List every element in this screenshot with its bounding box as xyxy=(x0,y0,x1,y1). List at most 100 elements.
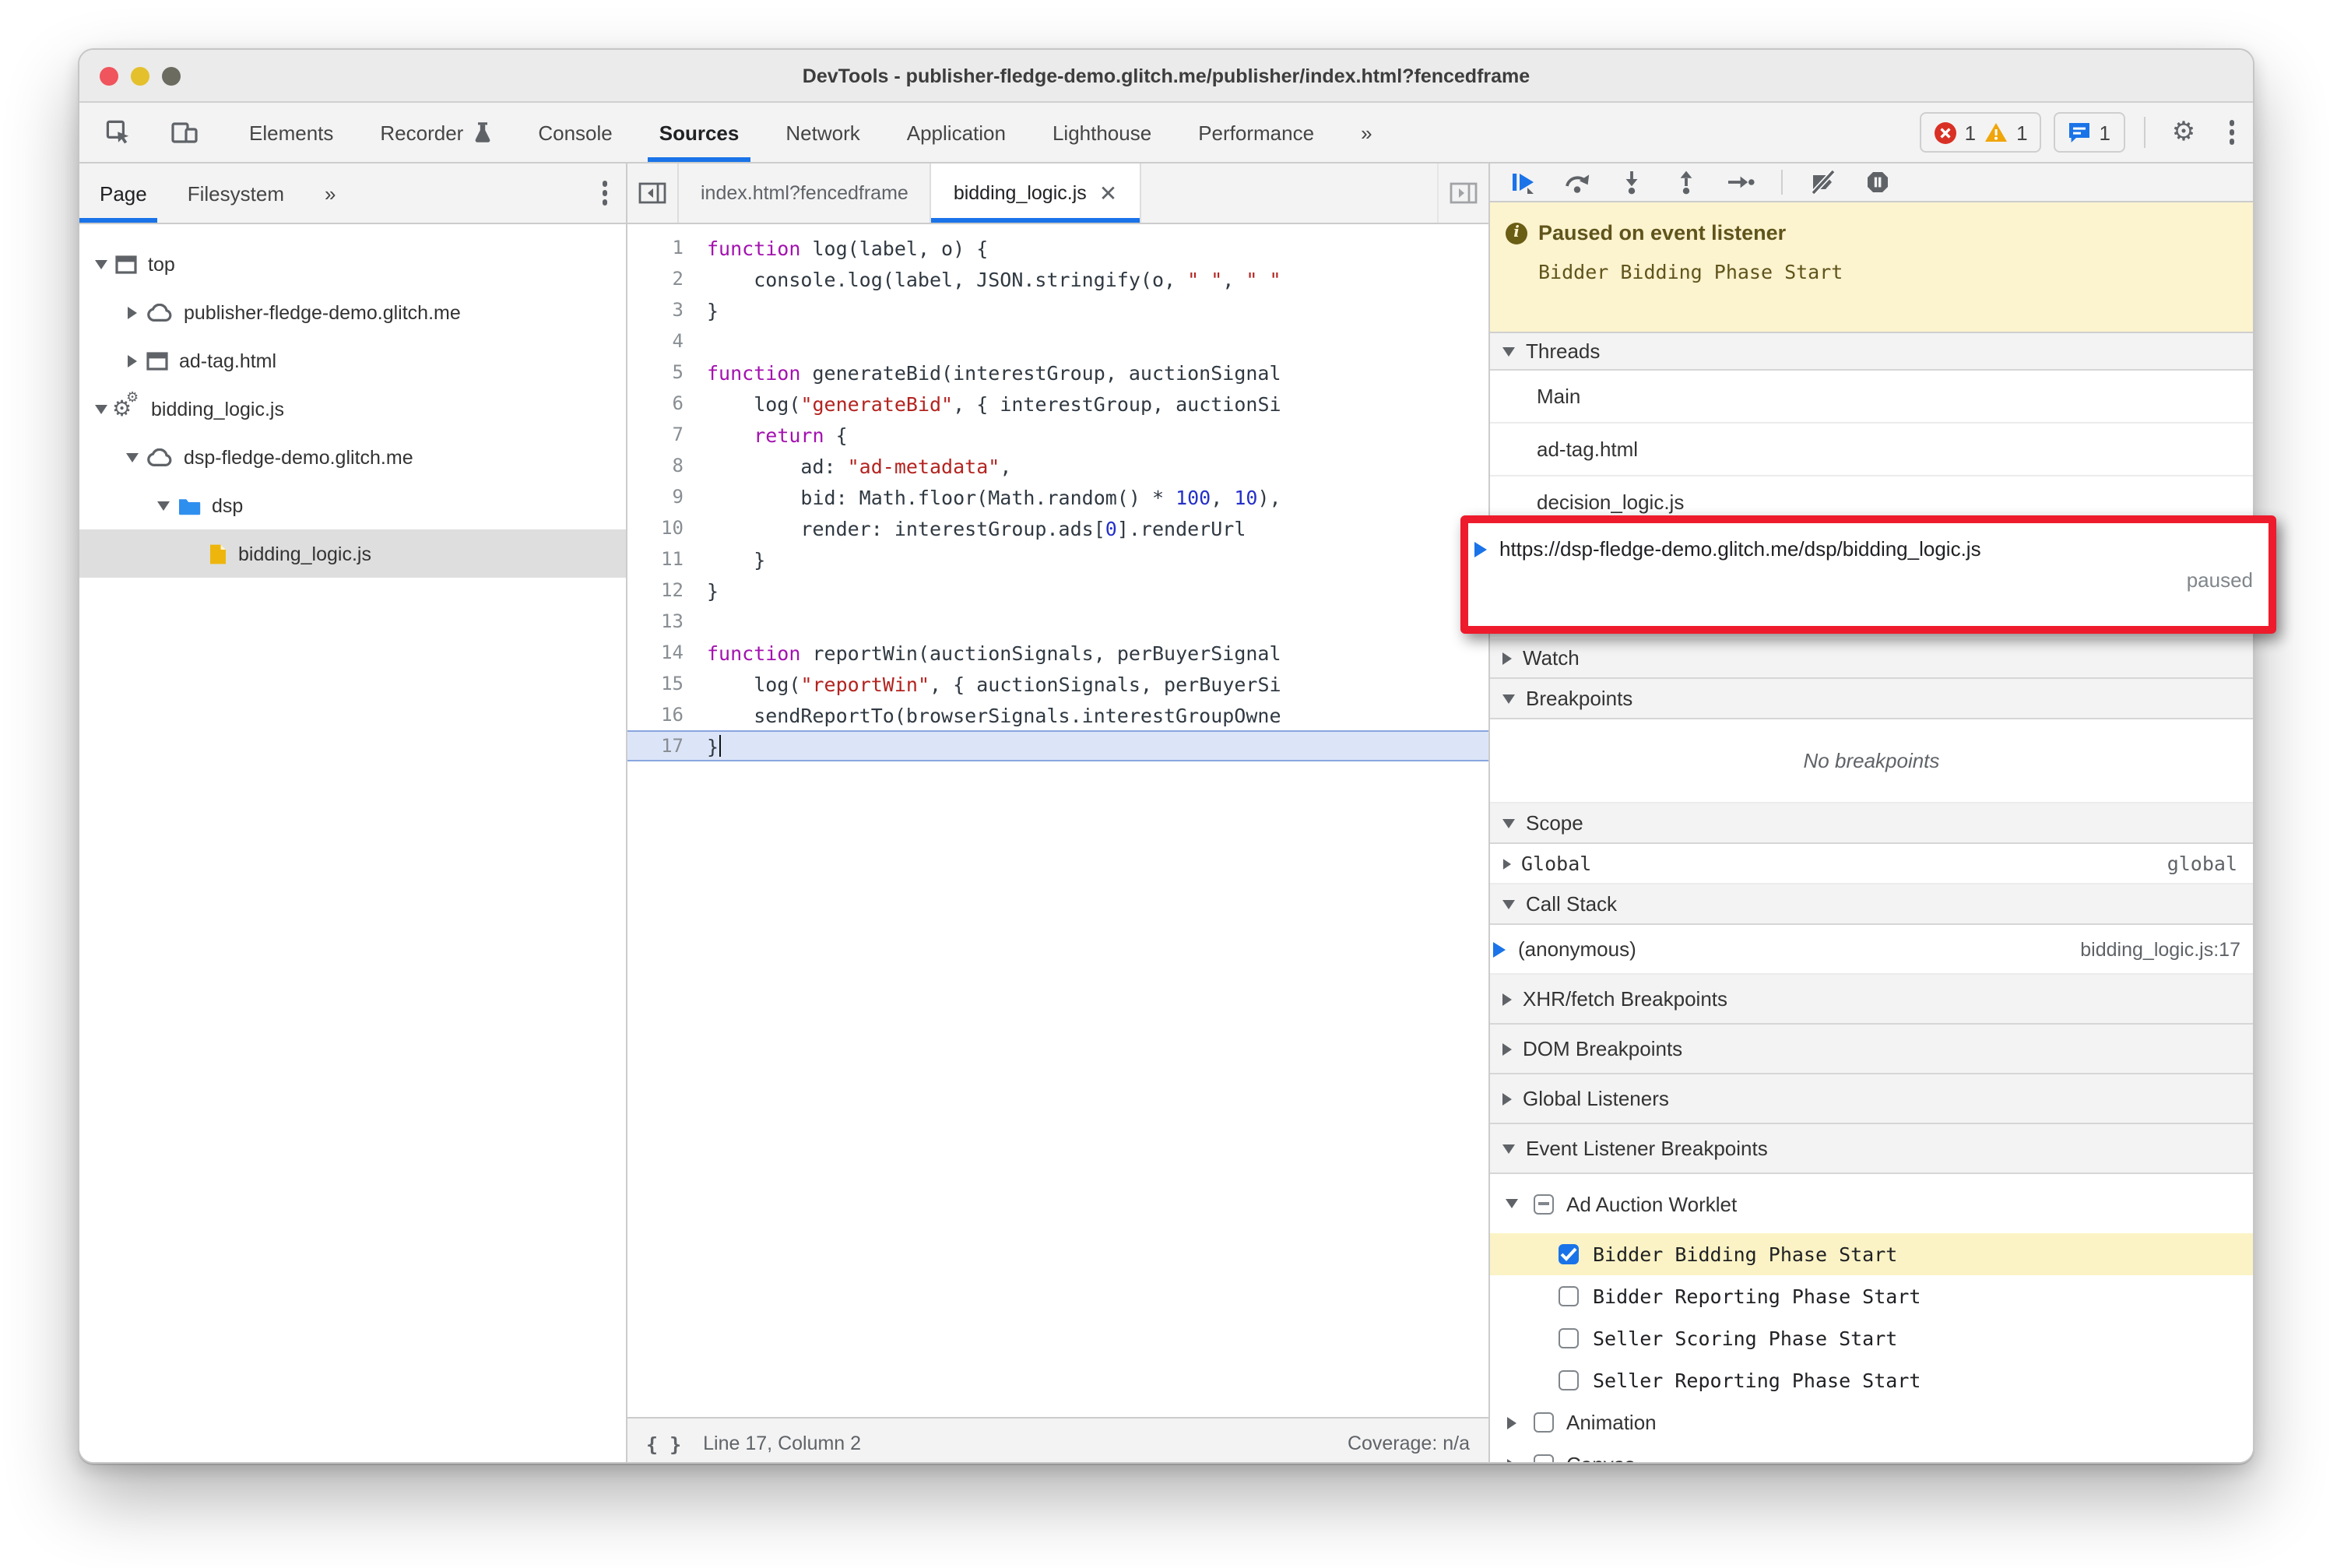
disclosure-arrow-icon[interactable] xyxy=(1502,1416,1521,1429)
disclosure-arrow-icon[interactable] xyxy=(92,404,111,413)
issues-badge[interactable]: 1 xyxy=(2054,112,2124,153)
line-number[interactable]: 11 xyxy=(627,548,698,570)
checkbox[interactable] xyxy=(1559,1328,1579,1348)
tree-item-dsp-fledge-demo-glitch-me[interactable]: dsp-fledge-demo.glitch.me xyxy=(79,433,626,481)
zoom-window-button[interactable] xyxy=(162,66,181,85)
section-global-listeners[interactable]: Global Listeners xyxy=(1490,1074,2253,1124)
call-stack-frame-row[interactable]: (anonymous) bidding_logic.js:17 xyxy=(1490,925,2253,975)
pause-on-exceptions-icon[interactable] xyxy=(1857,163,1898,202)
tree-item-bidding-logic-js[interactable]: bidding_logic.js xyxy=(79,529,626,578)
errors-warnings-badge[interactable]: 1 1 xyxy=(1919,112,2042,153)
tree-item-label: bidding_logic.js xyxy=(238,543,371,564)
tree-item-ad-tag-html[interactable]: ad-tag.html xyxy=(79,336,626,385)
disclosure-arrow-icon[interactable] xyxy=(123,354,142,367)
tab-page[interactable]: Page xyxy=(79,163,167,223)
section-scope[interactable]: Scope xyxy=(1490,803,2253,844)
tab--[interactable]: » xyxy=(1337,103,1395,162)
navigator-kebab-icon[interactable] xyxy=(577,163,607,223)
editor-tab-index-html[interactable]: index.html?fencedframe xyxy=(679,163,930,223)
line-number[interactable]: 7 xyxy=(627,424,698,445)
step-over-icon[interactable] xyxy=(1557,163,1597,202)
tree-item-top[interactable]: top xyxy=(79,240,626,288)
minimize-window-button[interactable] xyxy=(131,66,149,85)
code-text: render: interestGroup.ads[0].renderUrl xyxy=(707,516,1246,540)
step-icon[interactable] xyxy=(1720,163,1761,202)
disclosure-arrow-icon[interactable] xyxy=(92,259,111,269)
tree-item-bidding-logic-js[interactable]: ⚙ ⚙ bidding_logic.js xyxy=(79,385,626,433)
checkbox[interactable] xyxy=(1559,1286,1579,1306)
line-number[interactable]: 6 xyxy=(627,392,698,414)
deactivate-breakpoints-icon[interactable] xyxy=(1803,163,1843,202)
tab-filesystem[interactable]: Filesystem xyxy=(167,163,304,223)
device-toolbar-icon[interactable] xyxy=(163,112,204,153)
section-dom-breakpoints[interactable]: DOM Breakpoints xyxy=(1490,1025,2253,1074)
line-number[interactable]: 12 xyxy=(627,579,698,601)
checkbox[interactable] xyxy=(1534,1454,1554,1462)
line-number[interactable]: 3 xyxy=(627,299,698,321)
checkbox[interactable] xyxy=(1534,1194,1554,1214)
elb-category-canvas[interactable]: Canvas xyxy=(1490,1443,2253,1462)
line-number[interactable]: 13 xyxy=(627,610,698,632)
tab-lighthouse[interactable]: Lighthouse xyxy=(1029,103,1175,162)
section-event-listener-breakpoints[interactable]: Event Listener Breakpoints xyxy=(1490,1124,2253,1174)
editor-tab-bidding-logic[interactable]: bidding_logic.js ✕ xyxy=(930,163,1141,223)
tab-recorder[interactable]: Recorder xyxy=(357,103,515,162)
checkbox[interactable] xyxy=(1559,1370,1579,1390)
elb-category-ad-auction-worklet[interactable]: Ad Auction Worklet xyxy=(1490,1174,2253,1233)
line-number[interactable]: 8 xyxy=(627,455,698,476)
pretty-print-icon[interactable]: { } xyxy=(646,1432,681,1455)
line-number[interactable]: 14 xyxy=(627,642,698,663)
more-navigator-tabs-chevron[interactable]: » xyxy=(304,163,356,223)
step-into-icon[interactable] xyxy=(1611,163,1652,202)
thread-row-Main[interactable]: Main xyxy=(1490,371,2253,424)
disclosure-arrow-icon[interactable] xyxy=(1502,1199,1521,1208)
line-number[interactable]: 17 xyxy=(627,735,698,757)
tab-elements[interactable]: Elements xyxy=(226,103,357,162)
elb-item-bidder-bidding-phase-start[interactable]: Bidder Bidding Phase Start xyxy=(1490,1233,2253,1275)
code-editor[interactable]: 1 function log(label, o) {2 console.log(l… xyxy=(627,224,1488,1428)
section-threads[interactable]: Threads xyxy=(1490,333,2253,371)
paused-thread-url[interactable]: https://dsp-fledge-demo.glitch.me/dsp/bi… xyxy=(1499,537,1981,561)
line-number[interactable]: 9 xyxy=(627,486,698,508)
more-options-kebab-icon[interactable] xyxy=(2229,120,2234,145)
line-number[interactable]: 1 xyxy=(627,237,698,258)
checkbox[interactable] xyxy=(1534,1412,1554,1433)
close-tab-icon[interactable]: ✕ xyxy=(1099,180,1117,206)
checkbox[interactable] xyxy=(1559,1244,1579,1264)
elb-item-seller-scoring-phase-start[interactable]: Seller Scoring Phase Start xyxy=(1490,1317,2253,1359)
tab-performance[interactable]: Performance xyxy=(1175,103,1337,162)
tab-application[interactable]: Application xyxy=(884,103,1029,162)
line-number[interactable]: 5 xyxy=(627,361,698,383)
section-breakpoints[interactable]: Breakpoints xyxy=(1490,679,2253,719)
line-number[interactable]: 16 xyxy=(627,704,698,726)
resume-script-icon[interactable] xyxy=(1502,163,1543,202)
elb-item-bidder-reporting-phase-start[interactable]: Bidder Reporting Phase Start xyxy=(1490,1275,2253,1317)
hide-navigator-icon[interactable] xyxy=(627,163,679,223)
section-call-stack[interactable]: Call Stack xyxy=(1490,884,2253,925)
elb-item-seller-reporting-phase-start[interactable]: Seller Reporting Phase Start xyxy=(1490,1359,2253,1401)
disclosure-arrow-icon[interactable] xyxy=(1502,1458,1521,1462)
tree-item-publisher-fledge-demo-glitch-me[interactable]: publisher-fledge-demo.glitch.me xyxy=(79,288,626,336)
settings-gear-icon[interactable]: ⚙ xyxy=(2163,112,2204,153)
tree-item-dsp[interactable]: dsp xyxy=(79,481,626,529)
tab-network[interactable]: Network xyxy=(762,103,883,162)
section-watch[interactable]: Watch xyxy=(1490,638,2253,679)
elb-category-animation[interactable]: Animation xyxy=(1490,1401,2253,1443)
line-number[interactable]: 10 xyxy=(627,517,698,539)
disclosure-arrow-icon[interactable] xyxy=(123,452,142,462)
line-number[interactable]: 15 xyxy=(627,673,698,694)
tab-sources[interactable]: Sources xyxy=(636,103,763,162)
close-window-button[interactable] xyxy=(100,66,118,85)
line-number[interactable]: 4 xyxy=(627,330,698,352)
scope-name: Global xyxy=(1521,852,1592,875)
show-debugger-icon[interactable] xyxy=(1437,163,1488,223)
inspect-icon[interactable] xyxy=(98,112,139,153)
scope-global-row[interactable]: Global global xyxy=(1490,844,2253,884)
line-number[interactable]: 2 xyxy=(627,268,698,290)
step-out-icon[interactable] xyxy=(1666,163,1706,202)
disclosure-arrow-icon[interactable] xyxy=(123,306,142,318)
thread-row-ad-tag-html[interactable]: ad-tag.html xyxy=(1490,424,2253,476)
disclosure-arrow-icon[interactable] xyxy=(154,501,173,510)
section-xhr-breakpoints[interactable]: XHR/fetch Breakpoints xyxy=(1490,975,2253,1025)
tab-console[interactable]: Console xyxy=(515,103,635,162)
